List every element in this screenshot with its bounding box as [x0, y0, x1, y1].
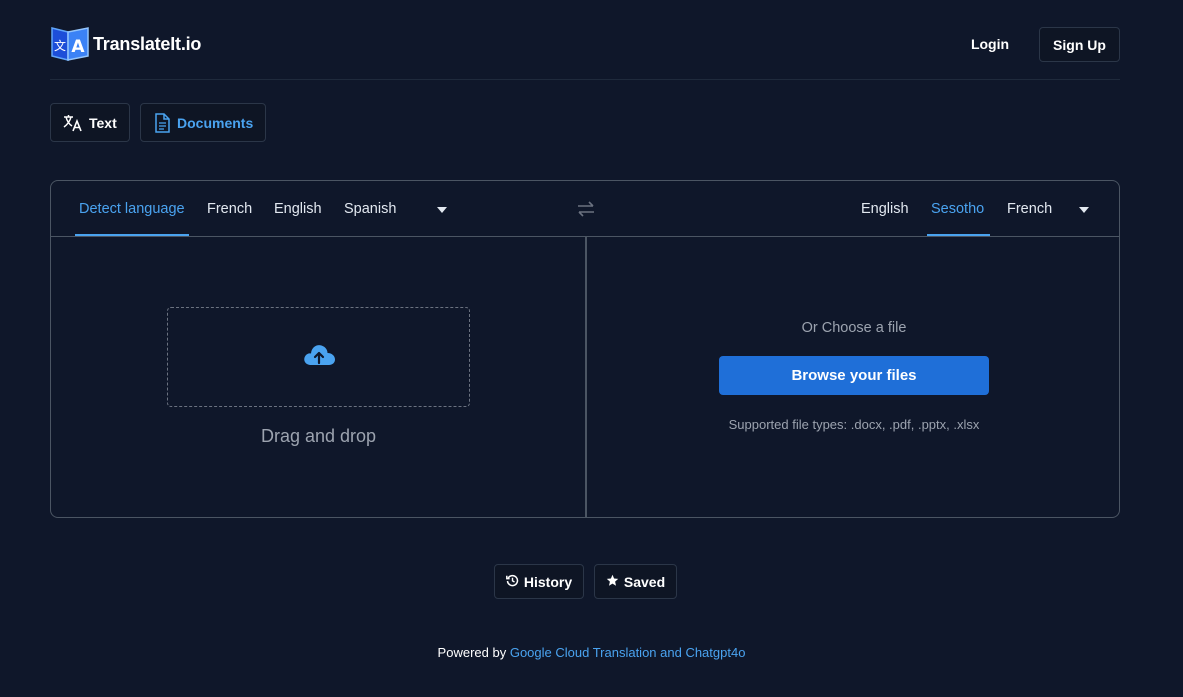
source-lang-english[interactable]: English: [274, 181, 322, 236]
file-dropzone[interactable]: [167, 307, 470, 407]
footer-prefix: Powered by: [437, 645, 507, 660]
history-button[interactable]: History: [494, 564, 584, 599]
signup-button[interactable]: Sign Up: [1039, 27, 1120, 62]
chevron-down-icon: [1079, 200, 1089, 218]
browse-files-button[interactable]: Browse your files: [719, 356, 989, 395]
translate-logo-icon: 文 A: [50, 24, 90, 64]
target-active-underline: [927, 234, 990, 236]
chevron-down-icon: [437, 200, 447, 218]
source-lang-spanish[interactable]: Spanish: [344, 181, 396, 236]
swap-arrows-icon: [575, 201, 597, 223]
header: 文 A TranslateIt.io Login Sign Up: [50, 0, 1120, 80]
history-label: History: [523, 573, 573, 590]
tab-documents[interactable]: Documents: [140, 103, 266, 142]
star-icon: [606, 574, 619, 590]
target-more-languages-button[interactable]: [1077, 203, 1091, 215]
source-more-languages-button[interactable]: [435, 203, 449, 215]
tab-text-label: Text: [89, 114, 117, 131]
choose-file-label: Or Choose a file: [801, 320, 907, 336]
history-icon: [505, 574, 519, 590]
language-bar: Detect language French English Spanish E…: [51, 181, 1119, 237]
translator-panel: Detect language French English Spanish E…: [50, 180, 1120, 518]
cloud-upload-icon: [302, 341, 336, 374]
tab-text[interactable]: Text: [50, 103, 130, 142]
login-button[interactable]: Login: [961, 27, 1019, 61]
target-lang-english[interactable]: English: [861, 181, 909, 236]
source-active-underline: [75, 234, 189, 236]
swap-languages-button[interactable]: [575, 199, 597, 219]
saved-button[interactable]: Saved: [594, 564, 677, 599]
tab-documents-label: Documents: [177, 114, 254, 131]
footer: Powered by Google Cloud Translation and …: [0, 645, 1183, 660]
brand-logo[interactable]: 文 A TranslateIt.io: [50, 24, 201, 64]
supported-file-types: Supported file types: .docx, .pdf, .pptx…: [728, 417, 980, 432]
page: 文 A TranslateIt.io Login Sign Up Text Do…: [0, 0, 1183, 697]
source-lang-detect[interactable]: Detect language: [79, 181, 185, 236]
svg-text:A: A: [71, 37, 85, 57]
brand-name: TranslateIt.io: [93, 33, 202, 54]
target-lang-sesotho[interactable]: Sesotho: [931, 181, 984, 236]
panel-divider: [585, 237, 587, 518]
target-lang-french[interactable]: French: [1007, 181, 1052, 236]
translate-icon: [63, 114, 83, 132]
source-lang-french[interactable]: French: [207, 181, 252, 236]
drag-and-drop-label: Drag and drop: [260, 426, 377, 446]
footer-link[interactable]: Google Cloud Translation and Chatgpt4o: [510, 645, 746, 660]
document-icon: [153, 112, 171, 133]
saved-label: Saved: [623, 573, 666, 590]
svg-text:文: 文: [54, 38, 66, 53]
